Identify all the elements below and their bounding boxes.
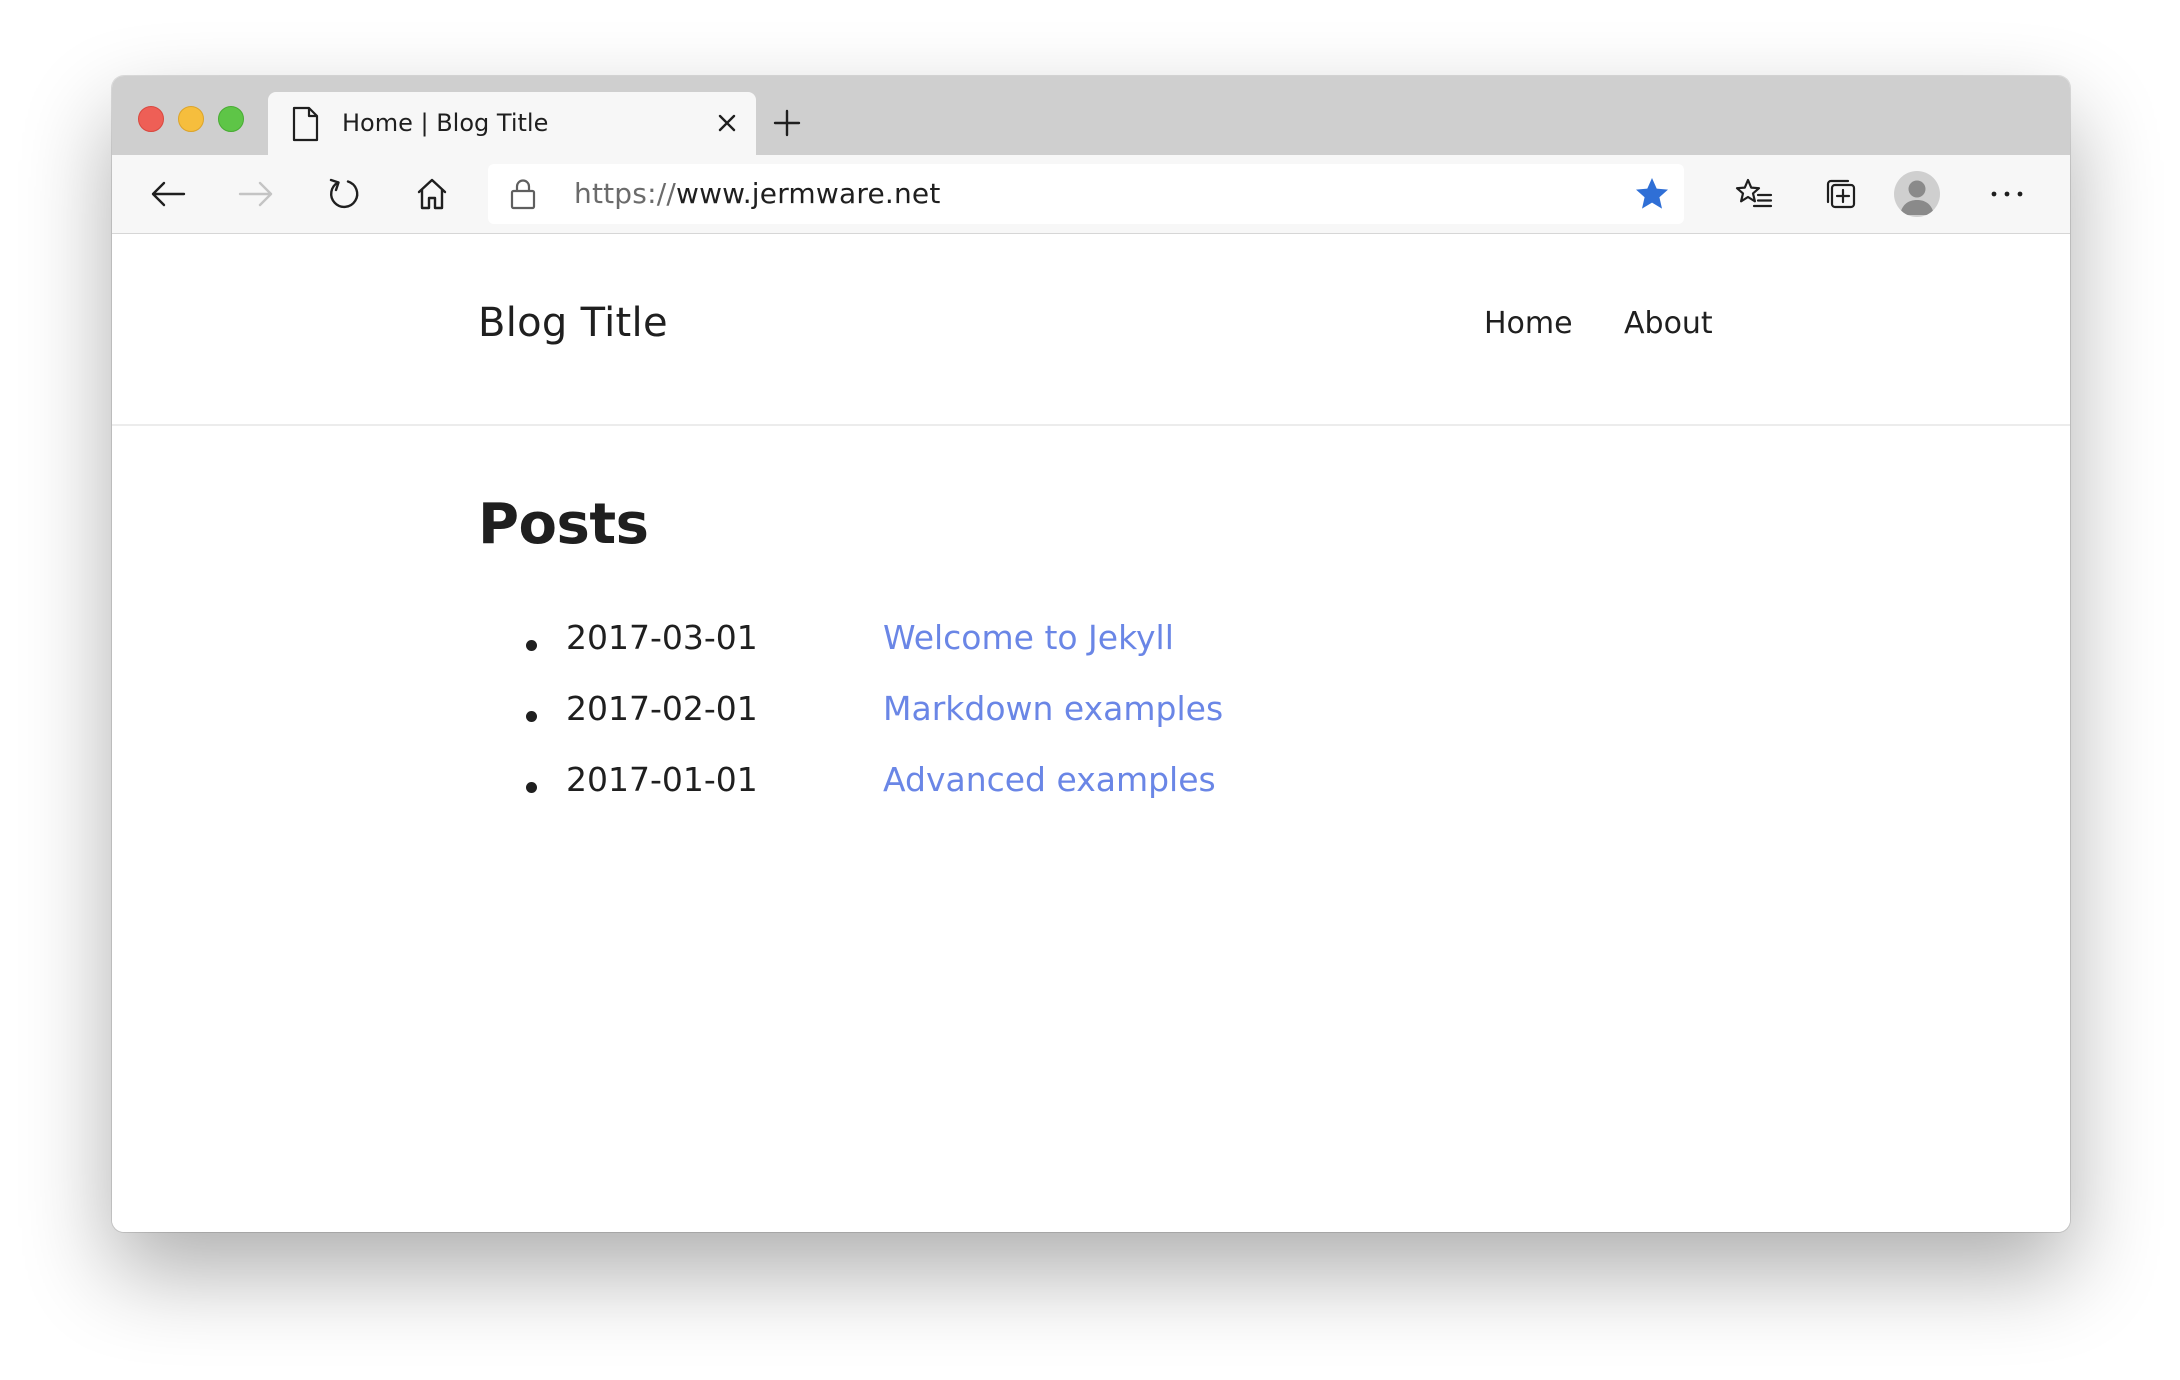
browser-window: Home | Blog Title https://www.jermware.n…	[112, 76, 2070, 1232]
more-icon	[1991, 191, 2023, 197]
favorites-list-icon	[1735, 178, 1773, 208]
lock-icon	[510, 179, 536, 210]
new-tab-button[interactable]	[762, 98, 812, 148]
close-window-button[interactable]	[138, 106, 164, 132]
forward-button[interactable]	[231, 169, 281, 219]
bullet	[526, 711, 537, 722]
tab-close-button[interactable]	[712, 108, 742, 138]
url-scheme: https://	[574, 177, 676, 210]
url-text: https://www.jermware.net	[574, 164, 941, 224]
reload-icon	[329, 178, 359, 209]
post-date: 2017-01-01	[566, 760, 758, 799]
home-button[interactable]	[407, 169, 457, 219]
document-icon	[292, 106, 319, 142]
bullet	[526, 782, 537, 793]
post-date: 2017-02-01	[566, 689, 758, 728]
star-filled-icon[interactable]	[1634, 176, 1670, 212]
minimize-window-button[interactable]	[178, 106, 204, 132]
back-button[interactable]	[143, 169, 193, 219]
reload-button[interactable]	[319, 169, 369, 219]
favorites-button[interactable]	[1729, 169, 1779, 219]
collections-button[interactable]	[1817, 169, 1867, 219]
close-icon	[718, 114, 736, 132]
nav-link-about[interactable]: About	[1624, 306, 1713, 341]
site-header: Blog Title Home About	[112, 234, 2070, 426]
tab-active[interactable]: Home | Blog Title	[268, 92, 756, 155]
bullet	[526, 640, 537, 651]
settings-more-button[interactable]	[1982, 169, 2032, 219]
home-icon	[417, 178, 447, 210]
profile-avatar-icon[interactable]	[1894, 171, 1940, 217]
page-content: Blog Title Home About Posts 2017-03-01 W…	[112, 234, 2070, 1232]
collections-icon	[1826, 179, 1856, 209]
tab-title: Home | Blog Title	[342, 109, 549, 137]
address-bar[interactable]: https://www.jermware.net	[488, 164, 1684, 224]
site-title-link[interactable]: Blog Title	[478, 300, 668, 346]
arrow-left-icon	[151, 181, 186, 207]
page-title: Posts	[478, 492, 649, 557]
maximize-window-button[interactable]	[218, 106, 244, 132]
arrow-right-icon	[238, 181, 273, 207]
post-date: 2017-03-01	[566, 618, 758, 657]
post-link[interactable]: Welcome to Jekyll	[883, 618, 1174, 657]
tab-strip: Home | Blog Title	[112, 76, 2070, 155]
plus-icon	[773, 109, 801, 137]
browser-toolbar: https://www.jermware.net	[112, 155, 2070, 234]
nav-link-home[interactable]: Home	[1484, 306, 1573, 341]
person-silhouette-icon	[1900, 180, 1934, 215]
post-link[interactable]: Markdown examples	[883, 689, 1223, 728]
url-host: www.jermware.net	[675, 177, 941, 210]
post-link[interactable]: Advanced examples	[883, 760, 1216, 799]
